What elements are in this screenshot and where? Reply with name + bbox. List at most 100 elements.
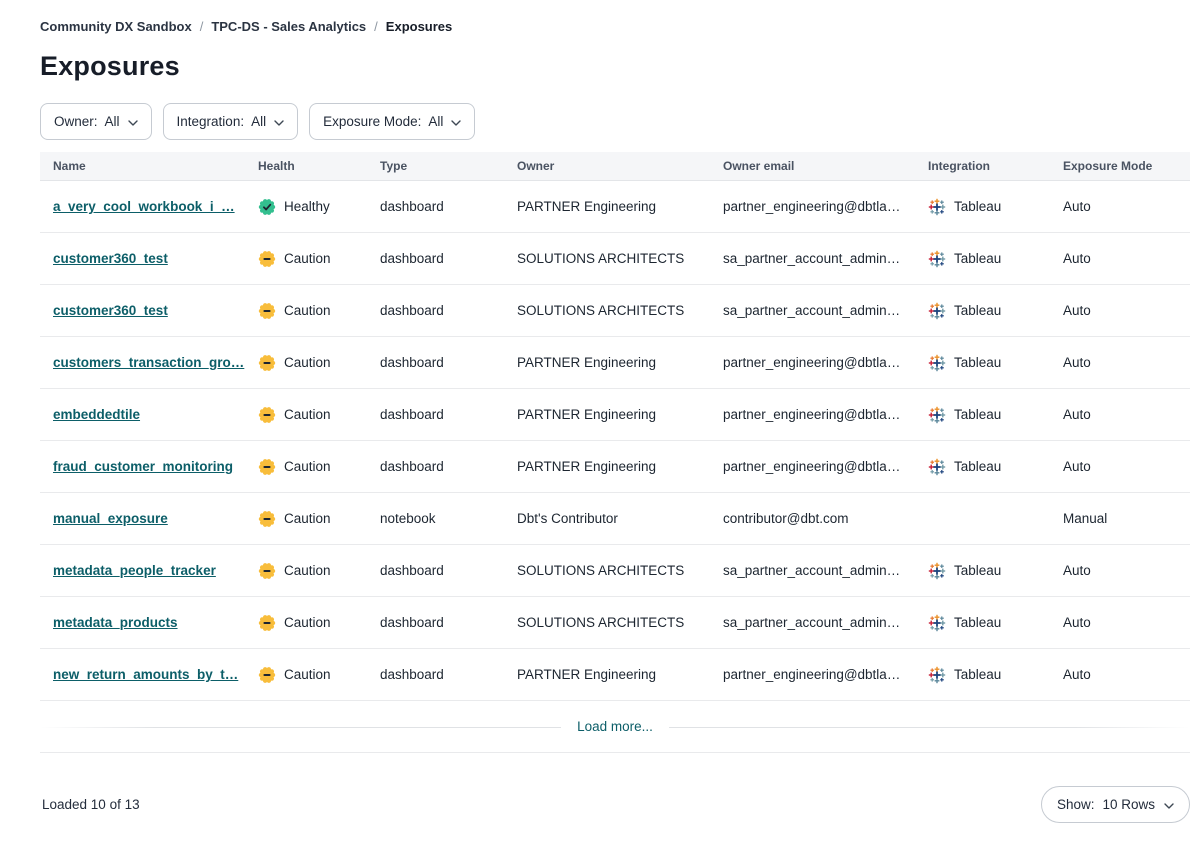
owner-cell: PARTNER Engineering (517, 459, 723, 474)
integration-cell: Tableau (928, 198, 1063, 216)
table-row: fraud_customer_monitoring Caution dashbo… (40, 441, 1190, 493)
owner-email-cell: contributor@dbt.com (723, 511, 928, 526)
tableau-icon (928, 354, 946, 372)
integration-label: Tableau (954, 459, 1001, 474)
header-cell-integration: Integration (928, 159, 1063, 173)
table-row: metadata_products Caution dashboard SOLU… (40, 597, 1190, 649)
owner-email-cell: partner_engineering@dbtla… (723, 667, 928, 682)
health-cell: Caution (258, 510, 380, 528)
chevron-down-icon (128, 114, 138, 129)
tableau-icon (928, 562, 946, 580)
health-label: Caution (284, 667, 331, 682)
tableau-icon (928, 302, 946, 320)
type-cell: dashboard (380, 303, 517, 318)
exposure-name-link[interactable]: fraud_customer_monitoring (53, 459, 233, 474)
exposure-mode-cell: Auto (1063, 355, 1190, 370)
health-cell: Caution (258, 458, 380, 476)
exposure-mode-cell: Manual (1063, 511, 1190, 526)
table-row: customers_transaction_gro… Caution dashb… (40, 337, 1190, 389)
exposure-name-link[interactable]: customers_transaction_gro… (53, 355, 244, 370)
exposure-mode-cell: Auto (1063, 407, 1190, 422)
integration-cell: Tableau (928, 458, 1063, 476)
name-cell: embeddedtile (40, 407, 258, 422)
exposures-table: Name Health Type Owner Owner email Integ… (40, 152, 1190, 753)
exposure-name-link[interactable]: new_return_amounts_by_t… (53, 667, 238, 682)
health-label: Caution (284, 355, 331, 370)
owner-email-cell: sa_partner_account_admin… (723, 251, 928, 266)
integration-label: Tableau (954, 615, 1001, 630)
health-status-icon (258, 614, 276, 632)
integration-cell: Tableau (928, 354, 1063, 372)
integration-label: Tableau (954, 303, 1001, 318)
tableau-icon (928, 666, 946, 684)
filter-owner[interactable]: Owner: All (40, 103, 152, 140)
integration-cell: Tableau (928, 250, 1063, 268)
exposure-mode-cell: Auto (1063, 251, 1190, 266)
table-row: manual_exposure Caution notebook Dbt's C… (40, 493, 1190, 545)
chevron-down-icon (451, 114, 461, 129)
owner-email-cell: sa_partner_account_admin… (723, 615, 928, 630)
table-row: customer360_test Caution dashboard SOLUT… (40, 233, 1190, 285)
type-cell: dashboard (380, 459, 517, 474)
health-cell: Caution (258, 562, 380, 580)
integration-label: Tableau (954, 199, 1001, 214)
breadcrumb-item-environment[interactable]: TPC-DS - Sales Analytics (211, 19, 366, 34)
integration-label: Tableau (954, 667, 1001, 682)
name-cell: new_return_amounts_by_t… (40, 667, 258, 682)
integration-label: Tableau (954, 251, 1001, 266)
exposure-mode-cell: Auto (1063, 615, 1190, 630)
integration-label: Tableau (954, 355, 1001, 370)
header-cell-type: Type (380, 159, 517, 173)
owner-cell: SOLUTIONS ARCHITECTS (517, 615, 723, 630)
filter-integration-label: Integration: (177, 114, 245, 129)
filter-exposure-mode[interactable]: Exposure Mode: All (309, 103, 475, 140)
show-rows-button[interactable]: Show: 10 Rows (1041, 786, 1190, 823)
tableau-icon (928, 406, 946, 424)
integration-label: Tableau (954, 407, 1001, 422)
breadcrumb-item-project[interactable]: Community DX Sandbox (40, 19, 192, 34)
exposure-name-link[interactable]: embeddedtile (53, 407, 140, 422)
integration-cell: Tableau (928, 614, 1063, 632)
name-cell: customers_transaction_gro… (40, 355, 258, 370)
exposure-mode-cell: Auto (1063, 563, 1190, 578)
filter-integration[interactable]: Integration: All (163, 103, 299, 140)
type-cell: dashboard (380, 407, 517, 422)
table-row: customer360_test Caution dashboard SOLUT… (40, 285, 1190, 337)
exposure-name-link[interactable]: metadata_products (53, 615, 178, 630)
exposure-mode-cell: Auto (1063, 199, 1190, 214)
breadcrumb-item-exposures: Exposures (386, 19, 452, 34)
filter-integration-value: All (251, 114, 266, 129)
health-status-icon (258, 562, 276, 580)
health-label: Healthy (284, 199, 330, 214)
health-status-icon (258, 354, 276, 372)
page-title: Exposures (40, 51, 1190, 82)
breadcrumb-separator: / (200, 19, 204, 34)
health-label: Caution (284, 459, 331, 474)
health-status-icon (258, 302, 276, 320)
load-more-link[interactable]: Load more... (561, 719, 669, 734)
name-cell: customer360_test (40, 251, 258, 266)
health-cell: Caution (258, 250, 380, 268)
table-row: embeddedtile Caution dashboard PARTNER E… (40, 389, 1190, 441)
table-body: a_very_cool_workbook_i_… Healthy dashboa… (40, 181, 1190, 701)
name-cell: a_very_cool_workbook_i_… (40, 199, 258, 214)
show-rows-label: Show: (1057, 797, 1095, 812)
tableau-icon (928, 458, 946, 476)
exposure-name-link[interactable]: metadata_people_tracker (53, 563, 216, 578)
exposure-name-link[interactable]: customer360_test (53, 303, 168, 318)
chevron-down-icon (1164, 797, 1174, 812)
type-cell: dashboard (380, 199, 517, 214)
owner-cell: SOLUTIONS ARCHITECTS (517, 251, 723, 266)
exposure-name-link[interactable]: customer360_test (53, 251, 168, 266)
owner-cell: PARTNER Engineering (517, 355, 723, 370)
integration-cell: Tableau (928, 666, 1063, 684)
exposure-mode-cell: Auto (1063, 459, 1190, 474)
type-cell: dashboard (380, 563, 517, 578)
breadcrumb-separator: / (374, 19, 378, 34)
health-status-icon (258, 666, 276, 684)
health-label: Caution (284, 407, 331, 422)
exposure-name-link[interactable]: manual_exposure (53, 511, 168, 526)
health-cell: Caution (258, 302, 380, 320)
exposure-name-link[interactable]: a_very_cool_workbook_i_… (53, 199, 235, 214)
tableau-icon (928, 614, 946, 632)
